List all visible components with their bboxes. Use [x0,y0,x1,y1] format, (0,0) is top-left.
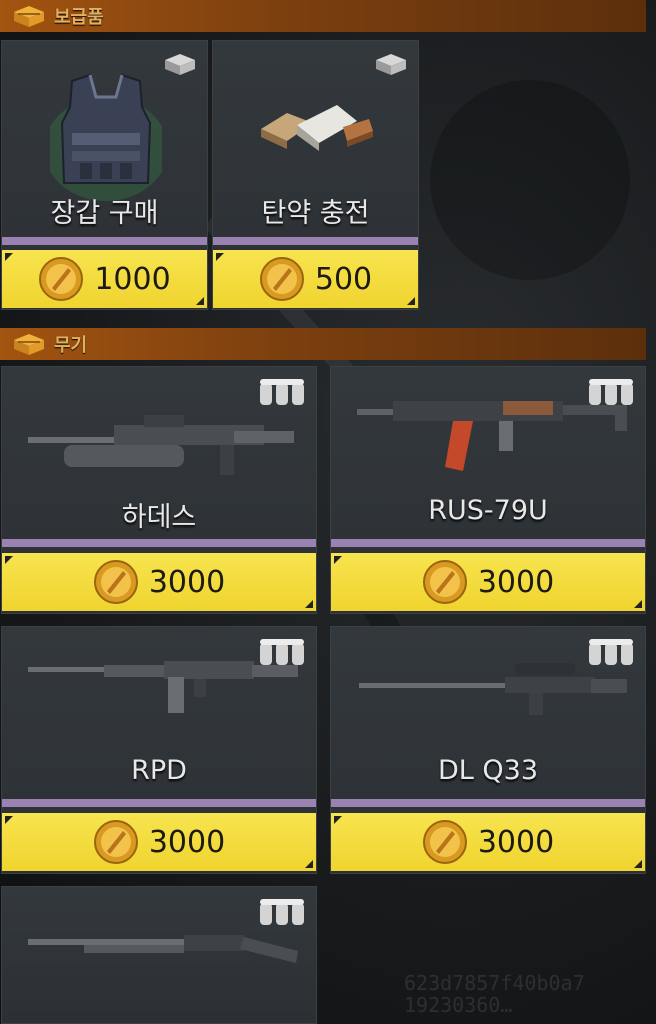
coin-icon [259,257,304,301]
price-value: 3000 [477,564,555,600]
price-button[interactable]: 3000 [331,553,645,611]
item-name: DL Q33 [437,755,539,786]
shop-item-hades[interactable]: 하데스 3000 [1,366,317,614]
crate-icon [14,334,44,355]
accent-strip [331,539,645,547]
section-header-supplies: 보급품 [0,0,646,32]
section-header-weapons: 무기 [0,328,646,360]
price-value: 500 [314,261,373,297]
watermark-code: 623d7857f40b0a7 19230360… [404,972,585,1016]
shop-item-rus-79u[interactable]: RUS-79U 3000 [330,366,646,614]
price-button[interactable]: 3000 [2,553,316,611]
supply-box-icon [165,54,195,75]
item-name: RUS-79U [428,495,548,526]
section-title: 무기 [54,335,88,356]
coin-icon [422,820,467,864]
price-value: 1000 [94,261,171,297]
supply-box-icon [376,54,406,75]
crate-icon [14,6,44,27]
assault-rifle-icon [357,401,627,471]
accent-strip [2,539,316,547]
coin-icon [39,257,84,301]
price-value: 3000 [477,824,555,860]
item-name: RPD [131,755,187,786]
shop-item-shotgun[interactable] [1,886,317,1024]
shop-item-armor[interactable]: 장갑 구매 1000 [1,40,208,310]
price-button[interactable]: 1000 [2,250,207,308]
price-button[interactable]: 500 [213,250,418,308]
section-title: 보급품 [54,7,104,28]
price-button[interactable]: 3000 [331,813,645,871]
accent-strip [213,237,418,245]
shop-item-ammo-refill[interactable]: 탄약 충전 500 [212,40,419,310]
sniper-rifle-icon [359,663,627,715]
ammo-rounds-icon [260,379,304,405]
price-value: 3000 [148,824,226,860]
body-armor-icon [50,73,162,201]
machine-gun-icon [28,661,298,713]
item-name: 탄약 충전 [261,198,370,229]
coin-icon [93,820,138,864]
item-name: 장갑 구매 [50,198,159,229]
accent-strip [331,799,645,807]
coin-icon [93,560,138,604]
price-button[interactable]: 3000 [2,813,316,871]
shop-item-rpd[interactable]: RPD 3000 [1,626,317,874]
item-name: 하데스 [121,502,197,533]
coin-icon [422,560,467,604]
background-shadow [430,80,630,280]
accent-strip [2,237,207,245]
price-value: 3000 [148,564,226,600]
grenade-launcher-icon [28,415,294,475]
ammo-pack-icon [261,105,373,151]
shotgun-icon [28,935,298,963]
accent-strip [2,799,316,807]
shop-item-dl-q33[interactable]: DL Q33 3000 [330,626,646,874]
